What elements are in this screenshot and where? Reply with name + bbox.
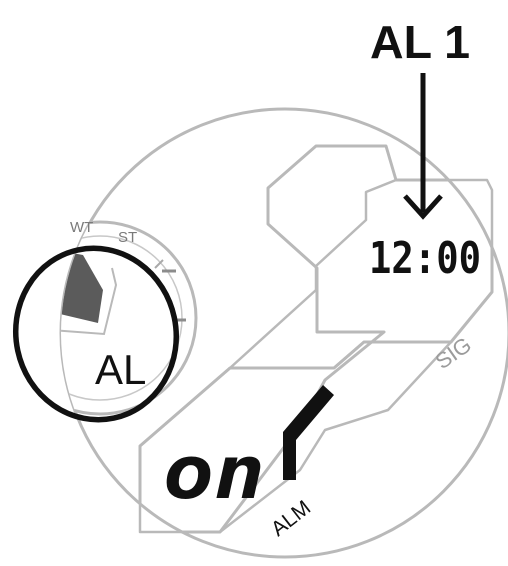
callout-label: AL 1: [370, 16, 470, 68]
subdial-label-st: ST: [118, 229, 137, 246]
alarm-time-display: 12:00: [369, 233, 481, 284]
watch-diagram: WT ST 12:00 on SIG ALM AL AL 1: [12, 16, 508, 559]
subdial-tick: [30, 246, 38, 254]
selected-mode-label: AL: [95, 346, 146, 393]
subdial-label-wt: WT: [70, 219, 93, 236]
alarm-status-display: on: [163, 430, 265, 516]
